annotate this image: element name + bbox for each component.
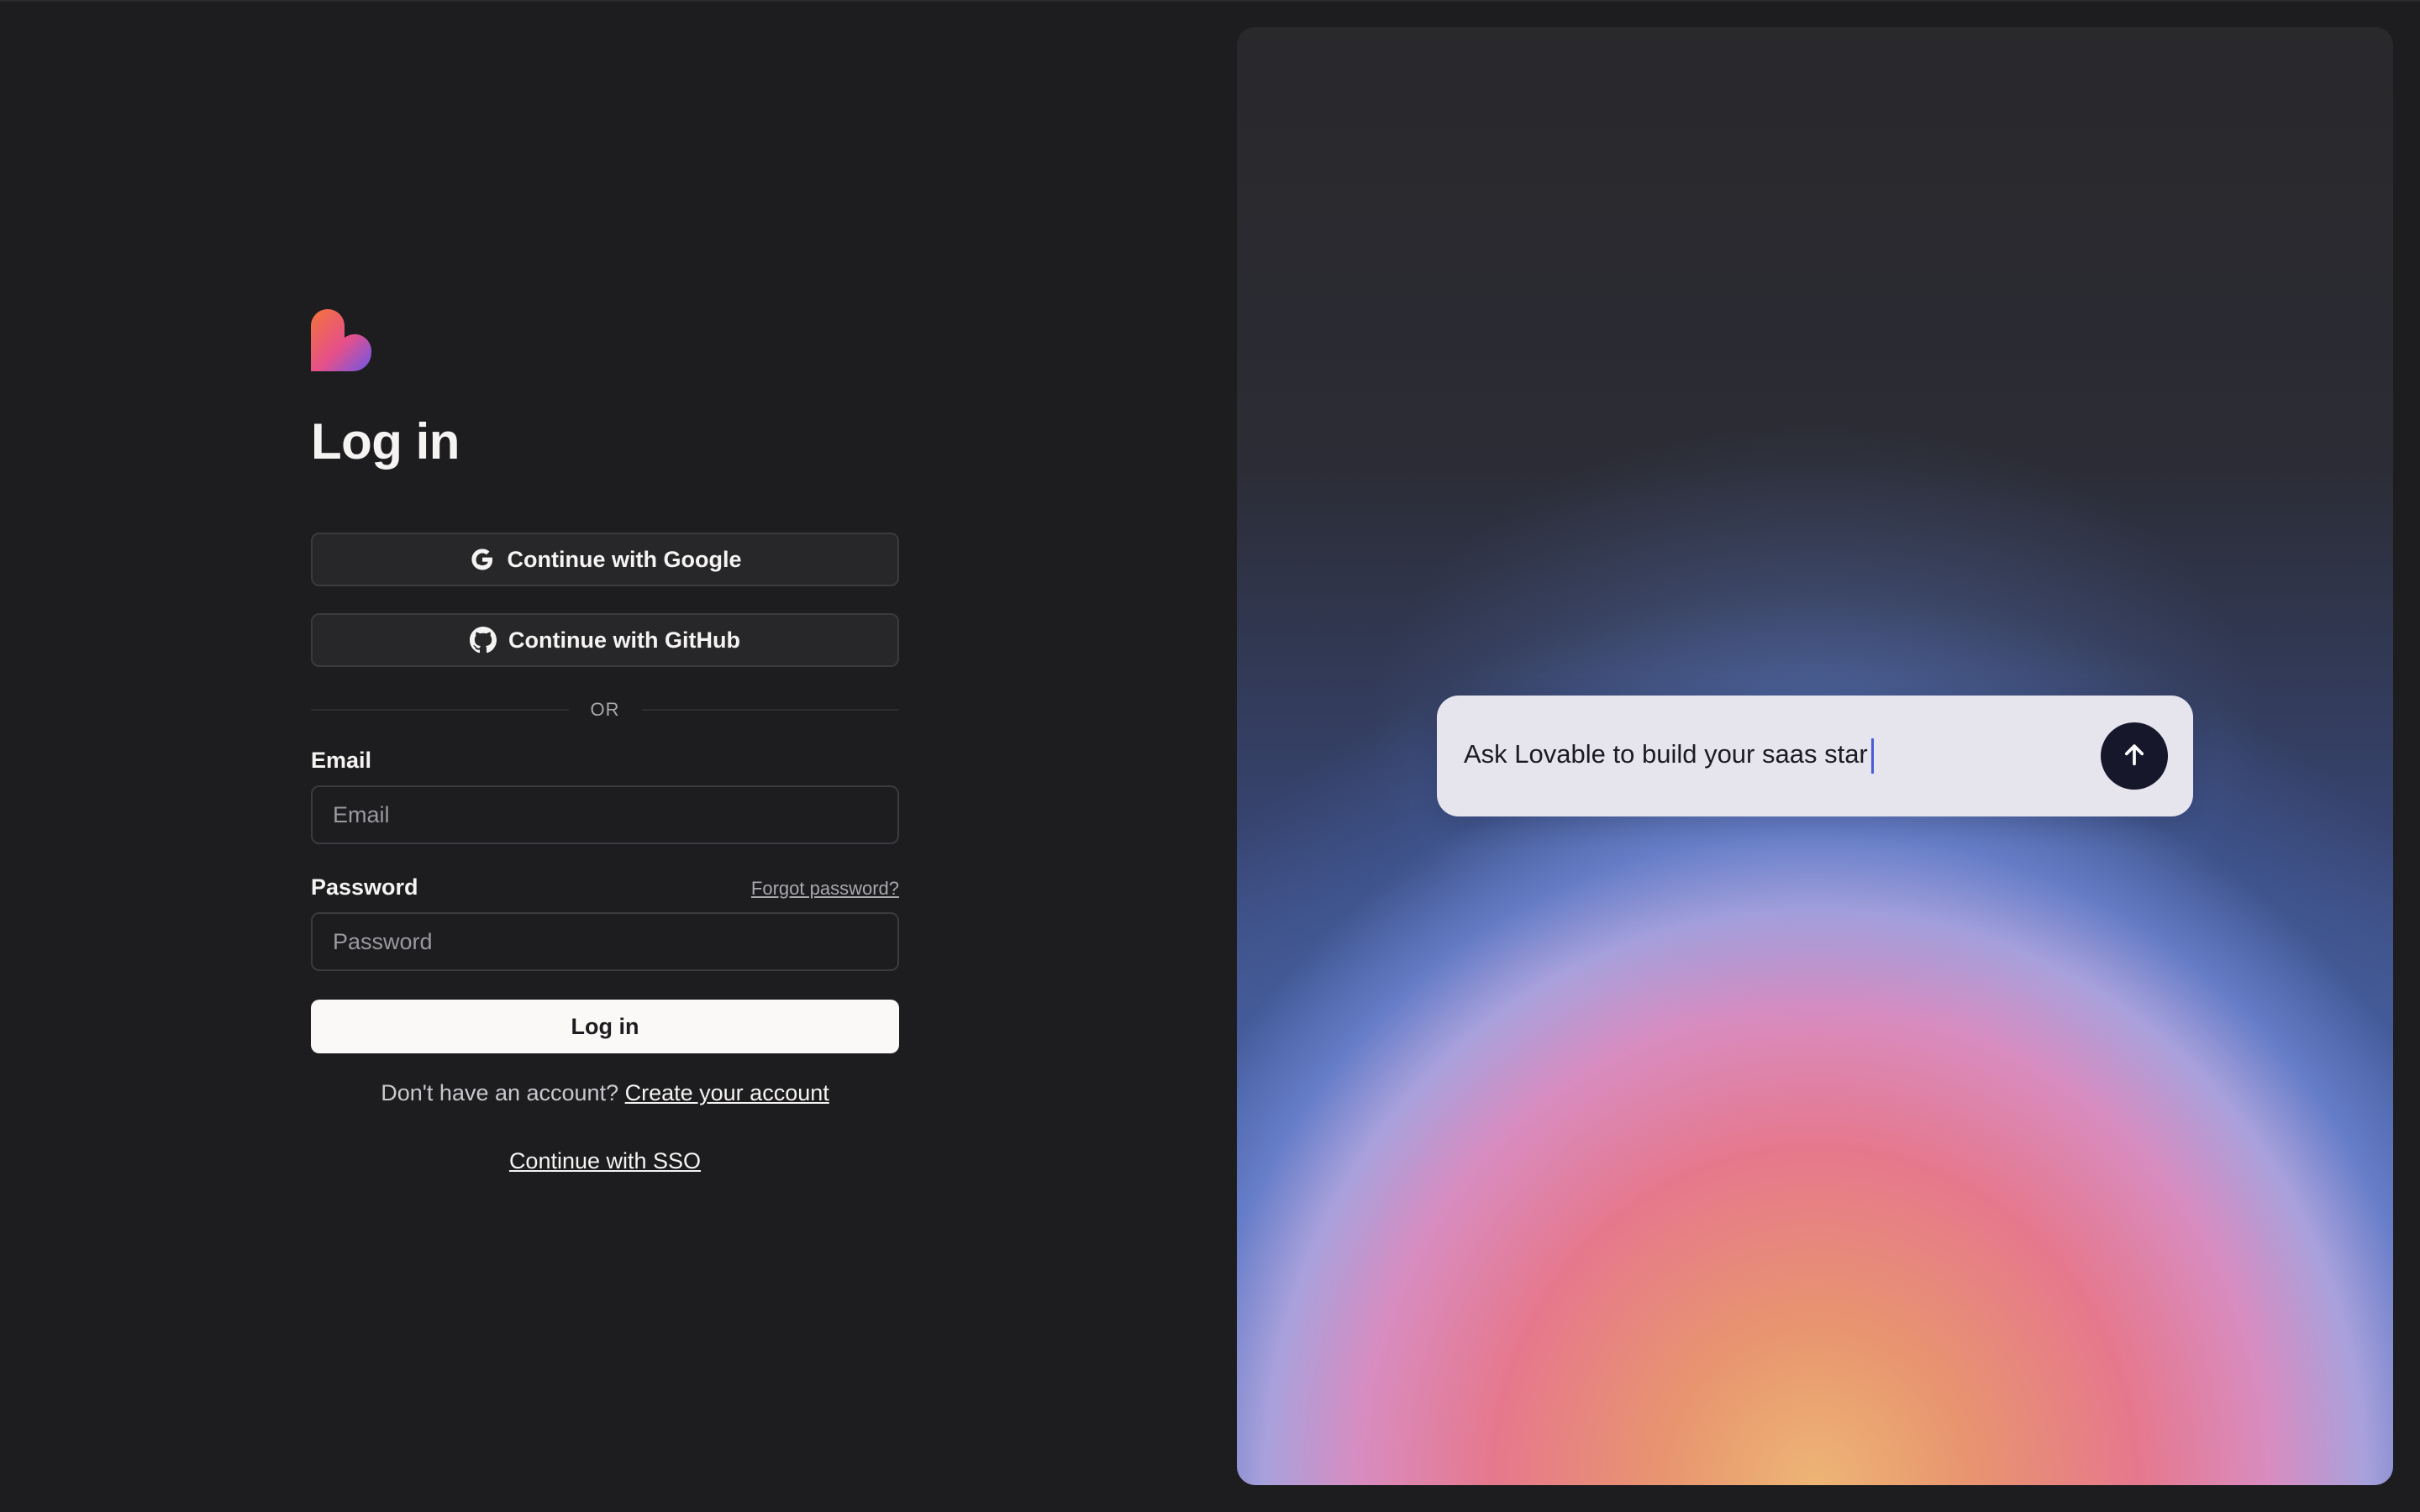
sso-row: Continue with SSO xyxy=(311,1148,899,1174)
google-icon xyxy=(469,546,496,573)
prompt-input-box[interactable]: Ask Lovable to build your saas star xyxy=(1437,696,2193,816)
continue-with-google-button[interactable]: Continue with Google xyxy=(311,533,899,586)
password-label: Password xyxy=(311,874,418,900)
page-title: Log in xyxy=(311,413,460,470)
arrow-up-icon xyxy=(2120,740,2149,773)
or-divider: OR xyxy=(311,699,899,721)
signup-row: Don't have an account? Create your accou… xyxy=(311,1080,899,1106)
create-account-link[interactable]: Create your account xyxy=(625,1080,829,1105)
prompt-typed-text: Ask Lovable to build your saas star xyxy=(1464,739,1868,769)
or-text: OR xyxy=(590,699,620,720)
log-in-button[interactable]: Log in xyxy=(311,1000,899,1053)
email-label-row: Email xyxy=(311,748,899,774)
divider-line-right xyxy=(641,709,899,711)
divider-line-left xyxy=(311,709,569,711)
login-page: Log in Continue with Google Continue wit… xyxy=(0,0,2420,1512)
send-prompt-button[interactable] xyxy=(2101,722,2168,790)
top-divider xyxy=(0,0,2420,2)
login-panel: Log in Continue with Google Continue wit… xyxy=(311,309,899,1174)
google-button-label: Continue with Google xyxy=(507,546,742,572)
forgot-password-link[interactable]: Forgot password? xyxy=(751,878,899,900)
lovable-heart-logo-icon xyxy=(311,309,371,371)
github-icon xyxy=(470,627,497,654)
github-button-label: Continue with GitHub xyxy=(508,627,740,653)
email-field[interactable] xyxy=(311,785,899,844)
text-caret xyxy=(1870,738,1874,774)
signup-prompt: Don't have an account? xyxy=(381,1080,619,1105)
continue-with-github-button[interactable]: Continue with GitHub xyxy=(311,613,899,667)
prompt-text: Ask Lovable to build your saas star xyxy=(1464,738,1874,774)
hero-panel: Ask Lovable to build your saas star xyxy=(1237,27,2393,1485)
continue-with-sso-link[interactable]: Continue with SSO xyxy=(509,1148,701,1173)
password-label-row: Password Forgot password? xyxy=(311,874,899,900)
password-field[interactable] xyxy=(311,912,899,971)
email-label: Email xyxy=(311,748,372,773)
